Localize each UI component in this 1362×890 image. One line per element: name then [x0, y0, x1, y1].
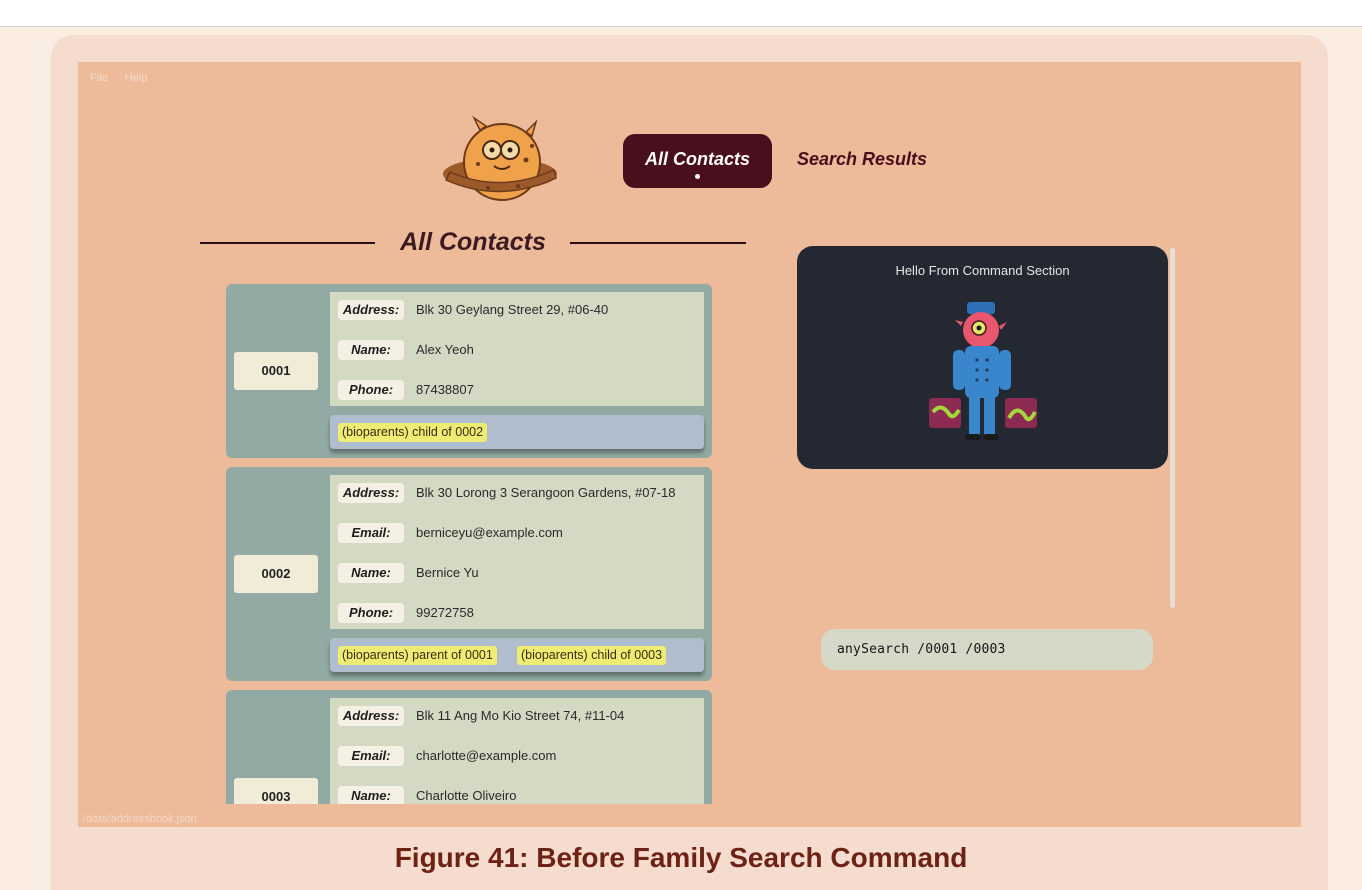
- field-label: Email:: [338, 746, 404, 766]
- figure-caption: Figure 41: Before Family Search Command: [394, 842, 968, 873]
- field-value: Blk 11 Ang Mo Kio Street 74, #11-04: [416, 708, 625, 723]
- relationship-tag: (bioparents) child of 0002: [338, 423, 488, 442]
- field-address: Address: Blk 11 Ang Mo Kio Street 74, #1…: [330, 706, 704, 728]
- field-label: Address:: [338, 300, 404, 320]
- field-label: Phone:: [338, 380, 404, 400]
- menu-bar: File Help: [90, 72, 161, 84]
- field-label: Name:: [338, 563, 404, 583]
- menu-file[interactable]: File: [90, 72, 108, 84]
- contact-fields: Address: Blk 30 Geylang Street 29, #06-4…: [330, 292, 704, 406]
- field-email: Email: berniceyu@example.com: [330, 523, 704, 545]
- command-result-card: Hello From Command Section: [797, 246, 1168, 469]
- command-box[interactable]: [821, 629, 1153, 670]
- tab-all-contacts[interactable]: All Contacts: [623, 134, 772, 188]
- header-line-right: [570, 242, 746, 244]
- contact-id-badge: 0001: [234, 352, 318, 390]
- field-name: Name: Bernice Yu: [330, 563, 704, 585]
- command-input[interactable]: [837, 629, 1137, 670]
- field-label: Email:: [338, 523, 404, 543]
- status-bar-filepath: ./data/addressbook.json: [80, 813, 197, 825]
- contact-card[interactable]: 0002 Address: Blk 30 Lorong 3 Serangoon …: [226, 467, 712, 681]
- field-label: Name:: [338, 340, 404, 360]
- contact-card[interactable]: 0001 Address: Blk 30 Geylang Street 29, …: [226, 284, 712, 458]
- relationship-tag: (bioparents) parent of 0001: [338, 646, 497, 665]
- field-email: Email: charlotte@example.com: [330, 746, 704, 768]
- field-value: 99272758: [416, 605, 474, 620]
- field-label: Address:: [338, 483, 404, 503]
- tag-row: (bioparents) parent of 0001 (bioparents)…: [330, 638, 704, 672]
- field-address: Address: Blk 30 Geylang Street 29, #06-4…: [330, 300, 704, 322]
- tab-search-results[interactable]: Search Results: [797, 134, 927, 188]
- app-window: File Help All Contacts Search Results Al…: [78, 62, 1301, 827]
- relationship-tag: (bioparents) child of 0003: [517, 646, 667, 665]
- field-name: Name: Alex Yeoh: [330, 340, 704, 362]
- tab-all-contacts-label: All Contacts: [644, 149, 750, 169]
- contact-id-badge: 0002: [234, 555, 318, 593]
- field-value: charlotte@example.com: [416, 748, 557, 763]
- field-value: Alex Yeoh: [416, 342, 474, 357]
- section-header: All Contacts: [200, 224, 746, 264]
- field-value: Blk 30 Geylang Street 29, #06-40: [416, 302, 609, 317]
- field-address: Address: Blk 30 Lorong 3 Serangoon Garde…: [330, 483, 704, 505]
- field-label: Phone:: [338, 603, 404, 623]
- result-scrollbar[interactable]: [1170, 248, 1175, 608]
- field-value: Charlotte Oliveiro: [416, 788, 517, 803]
- active-tab-indicator: [695, 174, 700, 179]
- field-value: Blk 30 Lorong 3 Serangoon Gardens, #07-1…: [416, 485, 676, 500]
- contact-card[interactable]: 0003 Address: Blk 11 Ang Mo Kio Street 7…: [226, 690, 712, 804]
- field-phone: Phone: 87438807: [330, 380, 704, 402]
- field-value: 87438807: [416, 382, 474, 397]
- contact-id-badge: 0003: [234, 778, 318, 804]
- top-strip: [0, 0, 1362, 27]
- field-label: Address:: [338, 706, 404, 726]
- contact-fields: Address: Blk 11 Ang Mo Kio Street 74, #1…: [330, 698, 704, 804]
- contact-list[interactable]: 0001 Address: Blk 30 Geylang Street 29, …: [226, 284, 712, 804]
- field-phone: Phone: 99272758: [330, 603, 704, 625]
- menu-help[interactable]: Help: [125, 72, 148, 84]
- tag-row: (bioparents) child of 0002: [330, 415, 704, 449]
- field-name: Name: Charlotte Oliveiro: [330, 786, 704, 804]
- bellhop-monster-illustration: [929, 302, 1037, 440]
- field-value: Bernice Yu: [416, 565, 479, 580]
- planet-monster-logo: [443, 115, 557, 201]
- field-value: berniceyu@example.com: [416, 525, 563, 540]
- field-label: Name:: [338, 786, 404, 804]
- contact-fields: Address: Blk 30 Lorong 3 Serangoon Garde…: [330, 475, 704, 629]
- command-hello-text: Hello From Command Section: [895, 263, 1070, 278]
